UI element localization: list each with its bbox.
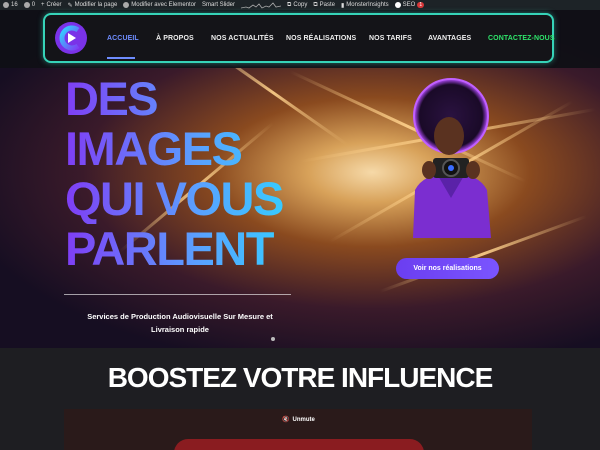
- nav-item-a-propos[interactable]: À PROPOS: [156, 35, 194, 42]
- hero-headline: DES IMAGES QUI VOUS PARLENT: [65, 74, 305, 274]
- hero-divider: [64, 294, 291, 295]
- photographer-illustration: [413, 78, 491, 238]
- updates-item[interactable]: 16: [3, 2, 18, 8]
- paste-icon: ⧉: [313, 1, 318, 8]
- seo-icon: [394, 2, 401, 8]
- section-title: BOOSTEZ VOTRE INFLUENCE: [107, 362, 494, 393]
- nav-item-contact[interactable]: CONTACTEZ-NOUS: [488, 35, 555, 42]
- view-work-button[interactable]: Voir nos réalisations: [396, 258, 499, 279]
- speaker-muted-icon: 🔇: [282, 417, 290, 423]
- wp-admin-bar: 16 0 + Créer ✎ Modifier la page Modifier a…: [0, 0, 600, 10]
- site-logo[interactable]: [53, 20, 89, 56]
- nav-item-tarifs[interactable]: NOS TARIFS: [369, 35, 412, 42]
- comment-icon: [23, 2, 30, 8]
- smart-slider-item[interactable]: Smart Slider: [202, 2, 235, 8]
- seo-item[interactable]: SEO 1: [394, 2, 425, 8]
- copy-icon: ⧉: [287, 1, 292, 8]
- hero-subtitle: Services de Production Audiovisuelle Sur…: [87, 312, 273, 334]
- headline-line: PARLENT: [65, 224, 305, 274]
- plus-icon: +: [41, 2, 45, 8]
- unmute-button[interactable]: 🔇 Unmute: [282, 416, 315, 424]
- headline-line: QUI VOUS: [65, 174, 305, 224]
- headline-line: DES: [65, 74, 305, 124]
- pencil-icon: ✎: [67, 2, 73, 9]
- video-frame-shape: [174, 439, 424, 450]
- nav-item-accueil[interactable]: ACCUEIL: [107, 35, 139, 42]
- nav-item-actualites[interactable]: NOS ACTUALITÉS: [211, 35, 274, 42]
- nav-item-avantages[interactable]: AVANTAGES: [428, 35, 471, 42]
- main-nav: ACCUEIL À PROPOS NOS ACTUALITÉS NOS RÉAL…: [43, 13, 555, 63]
- refresh-icon: [3, 2, 9, 8]
- slider-dot[interactable]: [271, 337, 275, 341]
- chart-icon: ▮: [340, 2, 345, 9]
- nav-item-realisations[interactable]: NOS RÉALISATIONS: [286, 35, 356, 42]
- edit-page-item[interactable]: ✎ Modifier la page: [68, 2, 118, 9]
- stats-sparkline-icon: [241, 1, 282, 9]
- paste-item[interactable]: ⧉ Paste: [313, 2, 335, 9]
- nav-active-indicator: [107, 57, 135, 59]
- elementor-icon: [123, 2, 130, 8]
- monsterinsights-item[interactable]: ▮ MonsterInsights: [341, 2, 389, 9]
- elementor-item[interactable]: Modifier avec Elementor: [123, 2, 196, 8]
- copy-item[interactable]: ⧉ Copy: [287, 2, 307, 9]
- headline-line: IMAGES: [65, 124, 305, 174]
- seo-badge: 1: [417, 2, 425, 8]
- new-item[interactable]: + Créer: [41, 2, 62, 8]
- comments-item[interactable]: 0: [23, 2, 35, 8]
